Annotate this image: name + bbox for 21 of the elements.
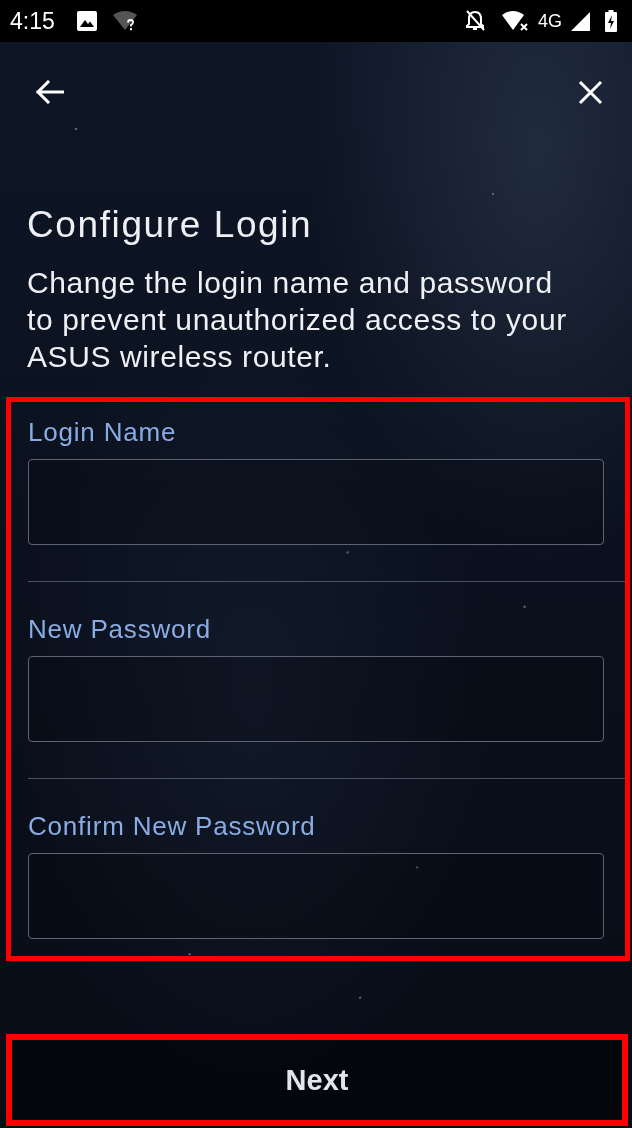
input-field[interactable] [28,656,604,742]
image-icon [76,11,97,31]
battery-charging-icon [605,10,617,32]
close-button[interactable] [578,80,603,105]
page-title: Configure Login [27,203,314,247]
network-type: 4G [538,10,562,32]
field-label: Confirm New Password [28,811,316,841]
field-label: New Password [28,614,211,644]
back-arrow-icon [35,80,64,104]
clock-time: 4:15 [10,7,55,35]
next-button[interactable]: Next [6,1034,628,1126]
notifications-off-icon [465,10,485,32]
close-icon [578,80,603,105]
wifi-question-icon [112,10,137,32]
description-text: Change the login name and password to prevent unauthorized access to your ASUS wireless router. [27,265,568,375]
wifi-off-icon [502,11,529,31]
cell-signal-icon [571,11,590,31]
field-label: Login Name [28,417,177,447]
back-button[interactable] [35,80,64,104]
input-field[interactable] [28,459,604,545]
input-field[interactable] [28,853,604,939]
